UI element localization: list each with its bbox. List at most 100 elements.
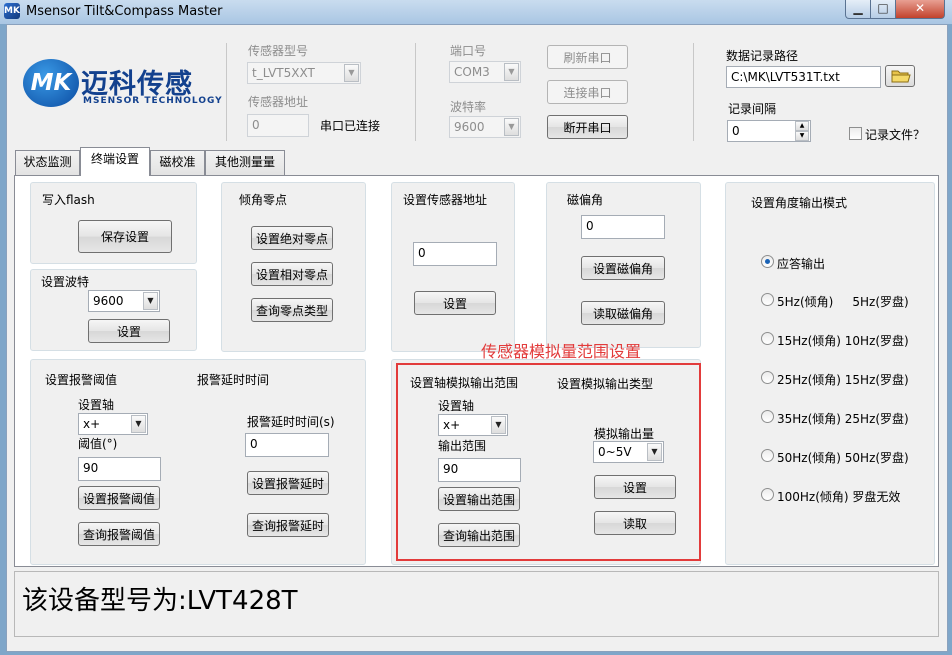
radio-output-mode-3[interactable] bbox=[761, 371, 774, 384]
chevron-down-icon: ▼ bbox=[504, 118, 519, 136]
chevron-down-icon: ▼ bbox=[131, 415, 146, 433]
device-model-status: 该设备型号为:LVT428T bbox=[22, 586, 298, 616]
declination-input[interactable]: 0 bbox=[581, 215, 665, 239]
set-alarm-delay-button[interactable]: 设置报警延时 bbox=[247, 471, 329, 495]
alarm-threshold-input[interactable]: 90 bbox=[78, 457, 161, 481]
logo-english-text: MSENSOR TECHNOLOGY bbox=[83, 96, 223, 106]
output-mode-label-5: 50Hz(倾角) 50Hz(罗盘) bbox=[777, 451, 909, 465]
sensor-address-label: 传感器地址 bbox=[248, 95, 309, 109]
alarm-axis-label: 设置轴 bbox=[78, 398, 115, 412]
disconnect-port-button[interactable]: 断开串口 bbox=[547, 115, 628, 139]
radio-output-mode-0[interactable] bbox=[761, 255, 774, 268]
radio-output-mode-1[interactable] bbox=[761, 293, 774, 306]
sensor-model-label: 传感器型号 bbox=[248, 44, 309, 58]
output-mode-label-4: 35Hz(倾角) 25Hz(罗盘) bbox=[777, 412, 909, 426]
set-sensor-address-button[interactable]: 设置 bbox=[414, 291, 496, 315]
analog-range-input[interactable]: 90 bbox=[438, 458, 521, 482]
port-label: 端口号 bbox=[450, 44, 487, 58]
flash-group-title: 写入flash bbox=[42, 193, 95, 207]
log-path-label: 数据记录路径 bbox=[726, 49, 799, 63]
analog-range-label: 输出范围 bbox=[438, 439, 487, 453]
annotation-title: 传感器模拟量范围设置 bbox=[481, 342, 642, 361]
radio-output-mode-6[interactable] bbox=[761, 488, 774, 501]
set-analog-type-button[interactable]: 设置 bbox=[594, 475, 676, 499]
alarm-axis-value: x+ bbox=[83, 417, 101, 431]
alarm-title: 设置报警阈值 bbox=[45, 373, 118, 387]
analog-axis-select[interactable]: x+ ▼ bbox=[438, 414, 508, 436]
baud-rate-value: 9600 bbox=[93, 294, 124, 308]
chevron-down-icon: ▼ bbox=[344, 64, 359, 82]
separator bbox=[226, 43, 227, 141]
declination-title: 磁偏角 bbox=[567, 193, 604, 207]
logo-mark: MK bbox=[23, 59, 79, 107]
refresh-port-button[interactable]: 刷新串口 bbox=[547, 45, 628, 69]
set-relative-zero-button[interactable]: 设置相对零点 bbox=[251, 262, 333, 286]
set-baud-button[interactable]: 设置 bbox=[88, 319, 170, 343]
sensor-model-value: t_LVT5XXT bbox=[252, 66, 315, 80]
alarm-delay-input[interactable]: 0 bbox=[245, 433, 329, 457]
separator bbox=[415, 43, 416, 141]
set-absolute-zero-button[interactable]: 设置绝对零点 bbox=[251, 226, 333, 250]
set-output-range-button[interactable]: 设置输出范围 bbox=[438, 487, 520, 511]
baud-rate-select[interactable]: 9600 ▼ bbox=[88, 290, 160, 312]
save-settings-button[interactable]: 保存设置 bbox=[78, 220, 172, 253]
tab-other-measurements[interactable]: 其他测量量 bbox=[205, 150, 285, 175]
alarm-axis-select[interactable]: x+ ▼ bbox=[78, 413, 148, 435]
log-path-field[interactable]: C:\MK\LVT531T.txt bbox=[726, 66, 881, 88]
window-title: Msensor Tilt&Compass Master bbox=[26, 4, 223, 19]
query-zero-type-button[interactable]: 查询零点类型 bbox=[251, 298, 333, 322]
chevron-down-icon: ▼ bbox=[491, 416, 506, 434]
tab-magnetic-calibration[interactable]: 磁校准 bbox=[150, 150, 205, 175]
log-interval-label: 记录间隔 bbox=[728, 102, 777, 116]
output-mode-label-0: 应答输出 bbox=[777, 257, 826, 271]
analog-type-select[interactable]: 0~5V ▼ bbox=[593, 441, 664, 463]
radio-output-mode-4[interactable] bbox=[761, 410, 774, 423]
record-file-label: 记录文件？ bbox=[865, 128, 926, 142]
client-area: MK 迈科传感 MSENSOR TECHNOLOGY 传感器型号 t_LVT5X… bbox=[6, 24, 948, 652]
set-alarm-threshold-button[interactable]: 设置报警阈值 bbox=[78, 486, 160, 510]
company-logo: MK 迈科传感 MSENSOR TECHNOLOGY bbox=[23, 59, 222, 109]
query-output-range-button[interactable]: 查询输出范围 bbox=[438, 523, 520, 547]
record-file-checkbox[interactable] bbox=[849, 127, 862, 140]
output-mode-label-3: 25Hz(倾角) 15Hz(罗盘) bbox=[777, 373, 909, 387]
query-alarm-delay-button[interactable]: 查询报警延时 bbox=[247, 513, 329, 537]
sensor-address-field[interactable]: 0 bbox=[247, 114, 309, 137]
radio-output-mode-2[interactable] bbox=[761, 332, 774, 345]
log-interval-value: 0 bbox=[732, 124, 740, 138]
query-alarm-threshold-button[interactable]: 查询报警阈值 bbox=[78, 522, 160, 546]
output-mode-label-6: 100Hz(倾角) 罗盘无效 bbox=[777, 490, 901, 504]
output-mode-label-2: 15Hz(倾角) 10Hz(罗盘) bbox=[777, 334, 909, 348]
read-analog-type-button[interactable]: 读取 bbox=[594, 511, 676, 535]
spin-down-icon[interactable]: ▼ bbox=[795, 131, 809, 141]
sensor-model-select[interactable]: t_LVT5XXT ▼ bbox=[247, 62, 361, 84]
connection-status: 串口已连接 bbox=[320, 119, 381, 133]
maximize-button[interactable]: □ bbox=[870, 0, 896, 19]
tab-status-monitor[interactable]: 状态监测 bbox=[15, 150, 80, 175]
analog-axis-value: x+ bbox=[443, 418, 461, 432]
analog-range-title: 设置轴模拟输出范围 bbox=[410, 376, 519, 390]
output-mode-label-1: 5Hz(倾角) 5Hz(罗盘) bbox=[777, 295, 909, 309]
folder-icon bbox=[891, 70, 911, 83]
close-button[interactable]: ✕ bbox=[895, 0, 945, 19]
tab-terminal-settings[interactable]: 终端设置 bbox=[80, 147, 150, 176]
port-value: COM3 bbox=[454, 65, 490, 79]
baud-value: 9600 bbox=[454, 120, 485, 134]
browse-folder-button[interactable] bbox=[885, 65, 915, 87]
connect-port-button[interactable]: 连接串口 bbox=[547, 80, 628, 104]
spin-up-icon[interactable]: ▲ bbox=[795, 121, 809, 131]
radio-output-mode-5[interactable] bbox=[761, 449, 774, 462]
alarm-delay-label: 报警延时时间(s) bbox=[247, 415, 335, 429]
alarm-delay-title: 报警延时时间 bbox=[197, 373, 270, 387]
chevron-down-icon: ▼ bbox=[504, 63, 519, 81]
read-declination-button[interactable]: 读取磁偏角 bbox=[581, 301, 665, 325]
minimize-button[interactable]: ▁ bbox=[845, 0, 871, 19]
sensor-address-input[interactable]: 0 bbox=[413, 242, 497, 266]
tilt-zero-title: 倾角零点 bbox=[239, 193, 288, 207]
output-mode-title: 设置角度输出模式 bbox=[751, 196, 848, 210]
alarm-threshold-label: 阈值(°) bbox=[78, 437, 118, 451]
sensor-address-group-title: 设置传感器地址 bbox=[403, 193, 488, 207]
set-declination-button[interactable]: 设置磁偏角 bbox=[581, 256, 665, 280]
baud-select[interactable]: 9600 ▼ bbox=[449, 116, 521, 138]
port-select[interactable]: COM3 ▼ bbox=[449, 61, 521, 83]
analog-type-value: 0~5V bbox=[598, 445, 632, 459]
